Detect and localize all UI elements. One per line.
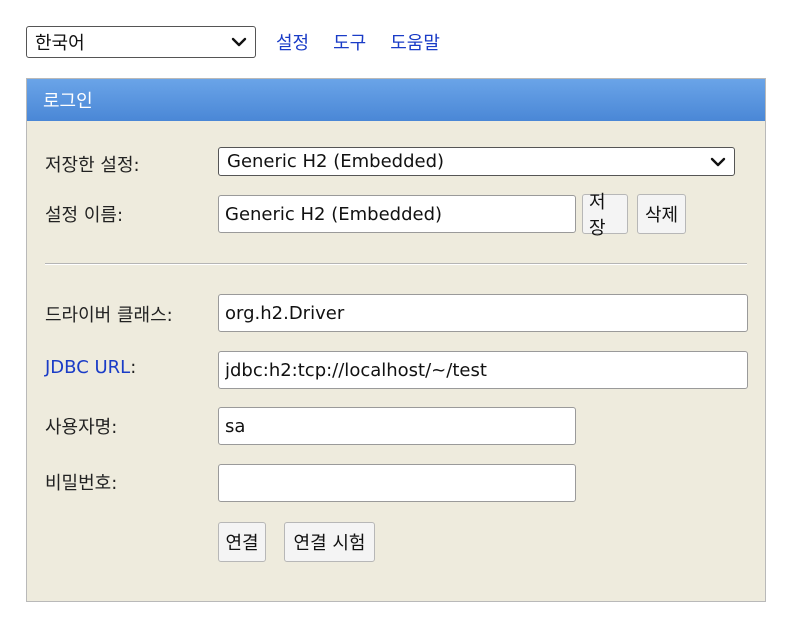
help-link[interactable]: 도움말	[390, 29, 440, 55]
panel-title: 로그인	[27, 79, 765, 121]
language-select-value: 한국어	[35, 33, 85, 54]
setting-name-label: 설정 이름:	[45, 205, 124, 226]
language-select[interactable]: 한국어	[26, 26, 256, 58]
saved-settings-select[interactable]: Generic H2 (Embedded)	[218, 147, 735, 176]
top-bar: 한국어 설정 도구 도움말	[26, 26, 464, 58]
save-button[interactable]: 저장	[582, 192, 628, 239]
jdbc-url-input[interactable]	[218, 351, 748, 389]
saved-settings-label: 저장한 설정:	[45, 155, 140, 176]
tools-link[interactable]: 도구	[333, 29, 366, 55]
delete-button[interactable]: 삭제	[637, 194, 686, 234]
settings-link[interactable]: 설정	[276, 29, 309, 55]
jdbc-url-colon: :	[130, 357, 137, 378]
chevron-down-icon	[710, 157, 726, 166]
divider	[45, 263, 747, 265]
driver-class-input[interactable]	[218, 294, 748, 332]
login-panel: 로그인 저장한 설정: Generic H2 (Embedded) 설정 이름:…	[26, 78, 766, 602]
connect-button[interactable]: 연결	[218, 522, 266, 562]
password-input[interactable]	[218, 464, 576, 502]
user-name-input[interactable]	[218, 407, 576, 445]
jdbc-url-label-text: JDBC URL	[45, 357, 131, 378]
test-connection-button[interactable]: 연결 시험	[284, 522, 375, 562]
top-links: 설정 도구 도움말	[276, 29, 464, 55]
jdbc-url-label: JDBC URL:	[45, 357, 136, 378]
setting-name-input[interactable]	[218, 195, 576, 233]
saved-settings-value: Generic H2 (Embedded)	[227, 151, 445, 172]
chevron-down-icon	[231, 37, 247, 47]
password-label: 비밀번호:	[45, 473, 118, 494]
driver-class-label: 드라이버 클래스:	[45, 305, 173, 326]
user-name-label: 사용자명:	[45, 417, 118, 438]
